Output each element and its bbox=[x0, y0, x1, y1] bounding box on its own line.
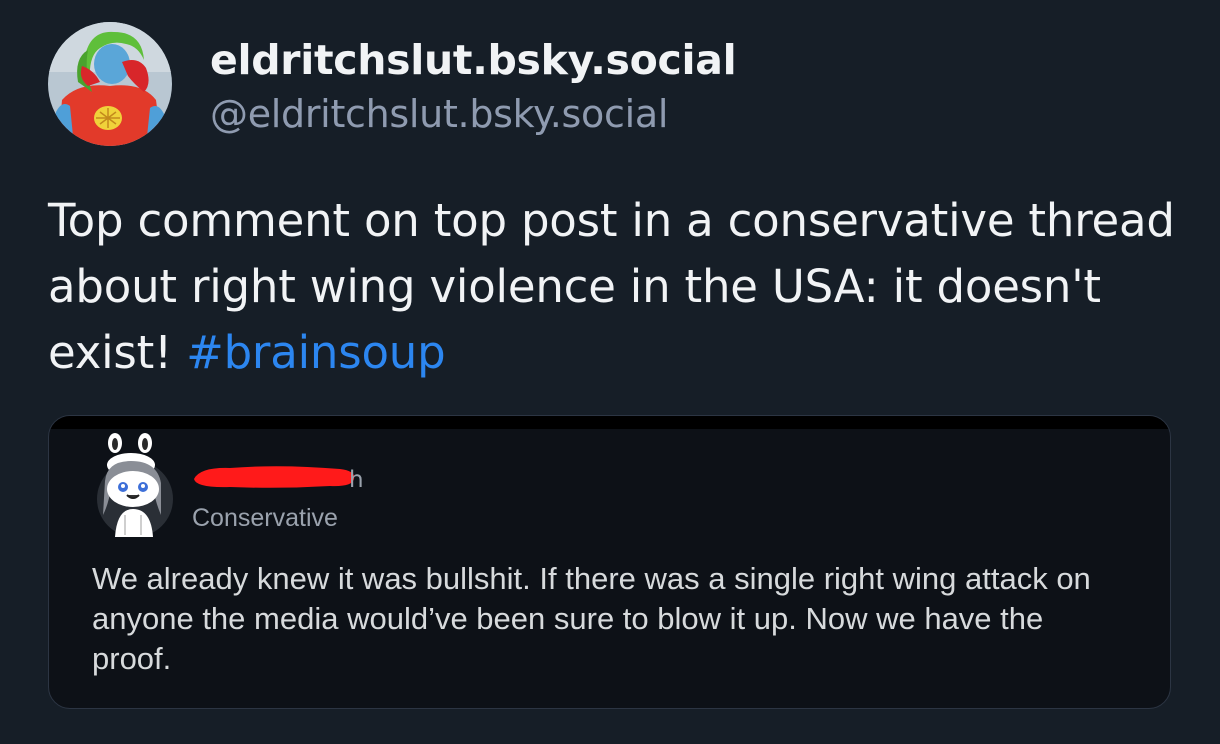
author-handle[interactable]: @eldritchslut.bsky.social bbox=[210, 92, 668, 136]
author-display-name[interactable]: eldritchslut.bsky.social bbox=[210, 36, 737, 84]
comment-text: We already knew it was bullshit. If ther… bbox=[92, 561, 1091, 676]
hashtag-link[interactable]: #brainsoup bbox=[186, 326, 446, 379]
comment-age: h bbox=[349, 467, 364, 493]
post-body: Top comment on top post in a conservativ… bbox=[48, 188, 1198, 386]
embed-top-strip bbox=[49, 416, 1170, 429]
costumed-person-avatar-icon bbox=[48, 22, 172, 146]
author-avatar[interactable] bbox=[48, 22, 172, 146]
snoo-bunny-avatar-icon bbox=[97, 433, 173, 537]
redacted-username bbox=[190, 461, 360, 491]
post-card: eldritchslut.bsky.social @eldritchslut.b… bbox=[0, 0, 1220, 744]
community-name: Conservative bbox=[192, 504, 338, 532]
red-scribble-redaction bbox=[194, 466, 355, 488]
commenter-avatar bbox=[95, 431, 175, 541]
embedded-screenshot[interactable]: h Conservative We already knew it was bu… bbox=[48, 415, 1171, 709]
